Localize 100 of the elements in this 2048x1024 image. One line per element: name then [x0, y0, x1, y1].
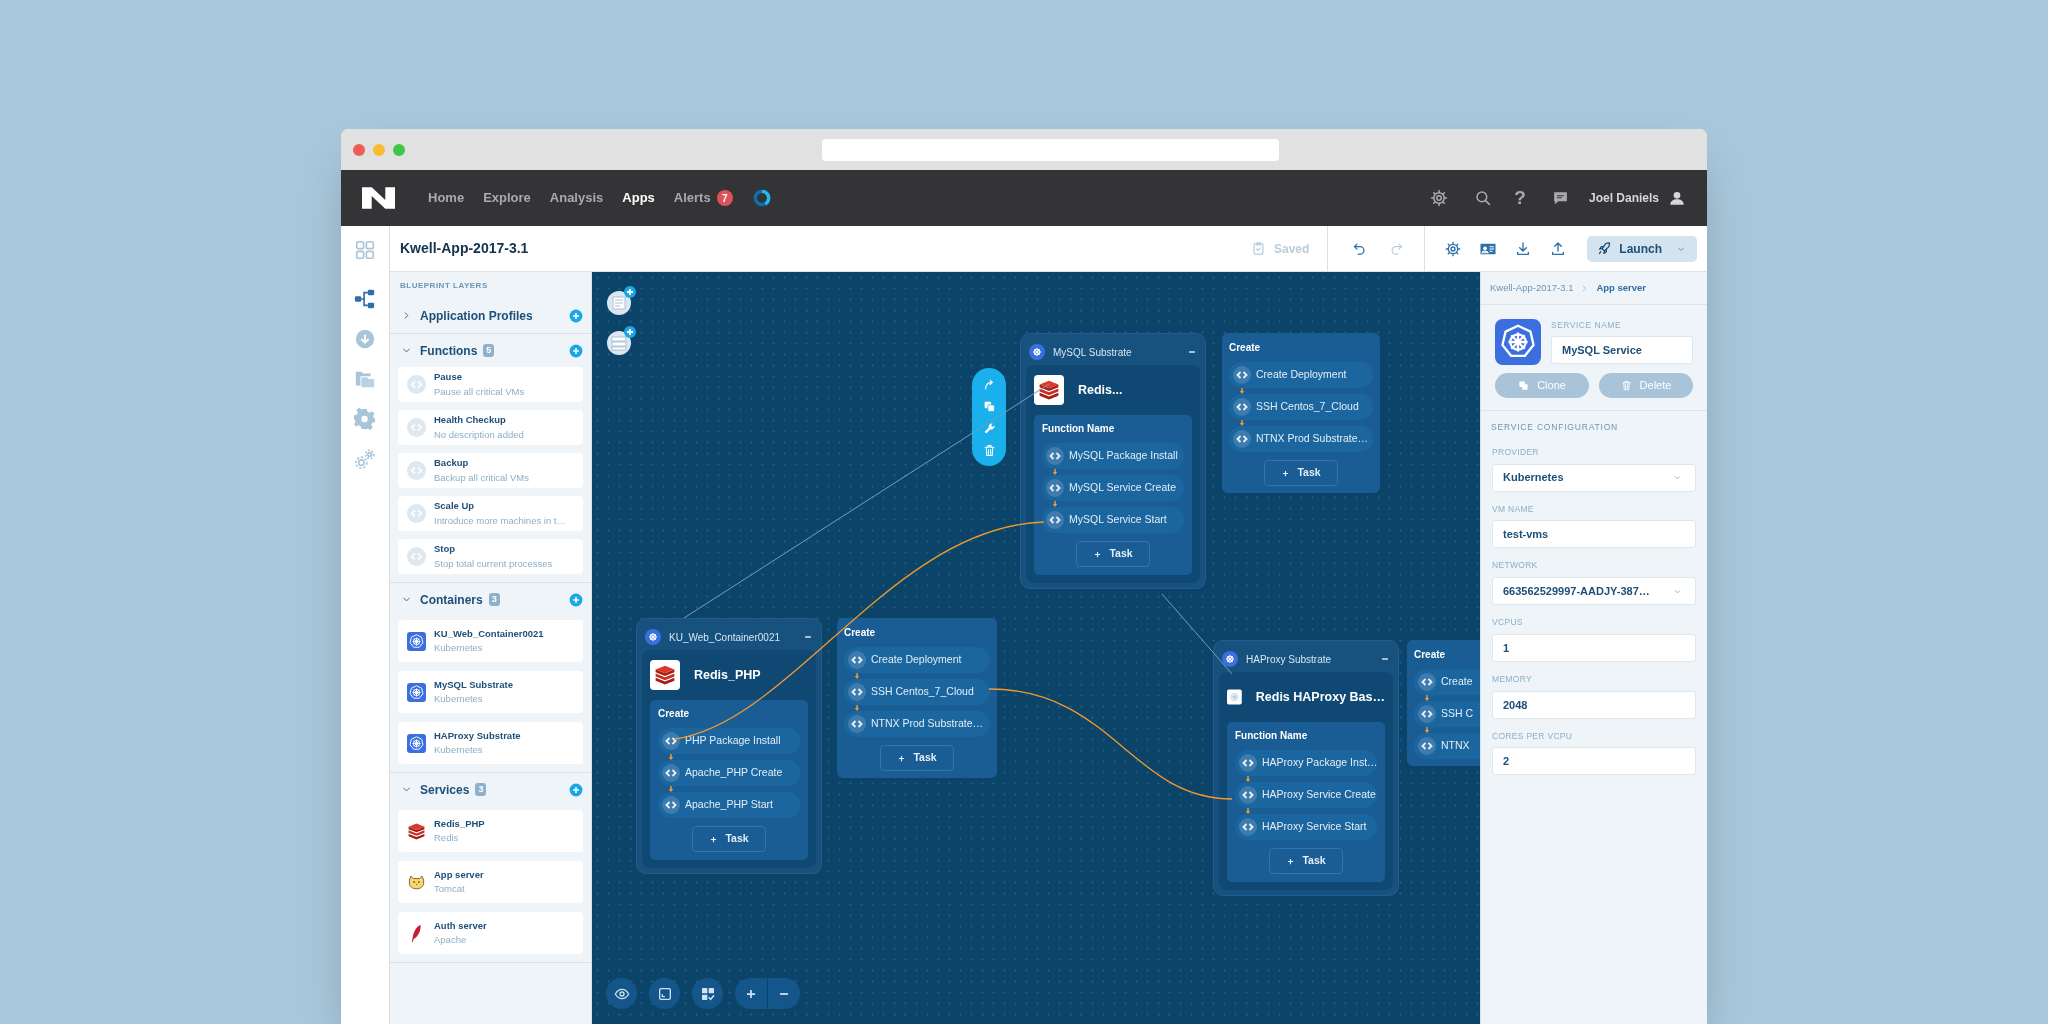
task-pill[interactable]: HAProxy Service Start	[1235, 814, 1377, 840]
breadcrumb-link[interactable]: App server	[1596, 280, 1647, 296]
add-task-button[interactable]: Task	[880, 745, 954, 771]
task-pill[interactable]: NTNX	[1414, 733, 1480, 759]
task-pill[interactable]: SSH C	[1414, 701, 1480, 727]
add-server-icon[interactable]	[606, 326, 636, 356]
section-title[interactable]: Containers	[420, 590, 483, 609]
share-icon[interactable]	[982, 377, 996, 391]
add-icon[interactable]	[569, 343, 583, 358]
count-badge: 3	[488, 593, 500, 606]
launch-button[interactable]: Launch	[1587, 235, 1697, 262]
task-pill[interactable]: Apache_PHP Create	[658, 760, 800, 786]
download-icon[interactable]	[1515, 240, 1532, 257]
grid-check-icon	[699, 985, 716, 1002]
settings-icon[interactable]	[1430, 189, 1449, 207]
code-icon	[1046, 479, 1064, 497]
task-pill[interactable]: MySQL Service Create	[1042, 475, 1184, 501]
settings-icon[interactable]	[1445, 240, 1462, 257]
card-title: Auth server	[434, 918, 487, 933]
card-title: Create	[658, 707, 691, 721]
nav-link[interactable]: Apps	[622, 188, 655, 208]
delete-icon[interactable]	[982, 443, 996, 457]
task-pill[interactable]: NTNX Prod Substrate…	[844, 711, 990, 737]
input-field[interactable]: 2	[1492, 747, 1696, 776]
wrench-icon[interactable]	[982, 421, 996, 435]
task-pill[interactable]: MySQL Service Start	[1042, 507, 1184, 533]
stacked-blocks-icon[interactable]	[650, 660, 680, 690]
dropdown-field[interactable]: Kubernetes	[1492, 463, 1696, 492]
add-icon[interactable]	[569, 308, 583, 323]
add-icon[interactable]	[569, 592, 583, 607]
rocket-icon	[1597, 241, 1613, 256]
card-title: Pause	[434, 370, 463, 385]
nav-link[interactable]: Explore	[483, 188, 531, 208]
code-icon	[407, 547, 426, 566]
layer-card[interactable]: MySQL Substrate Kubernetes	[398, 671, 583, 713]
input-field[interactable]: 1	[1492, 633, 1696, 662]
canvas-control-button[interactable]	[649, 978, 680, 1009]
card-title: KU_Web_Container0021	[434, 626, 544, 641]
card-subtitle: Pause all critical VMs	[434, 384, 525, 399]
stacked-blocks-icon[interactable]	[1034, 375, 1064, 405]
task-pill[interactable]: HAProxy Package Inst…	[1235, 750, 1377, 776]
card-title: Function Name	[1042, 422, 1116, 436]
add-task-button[interactable]: Task	[1269, 848, 1343, 874]
layer-card[interactable]: Stop Stop total current processes	[398, 539, 583, 574]
search-icon[interactable]	[1474, 189, 1493, 207]
chat-icon[interactable]	[1551, 189, 1569, 207]
service-name-field[interactable]: MySQL Service	[1551, 335, 1693, 364]
breadcrumb-link[interactable]: Kwell-App-2017-3.1	[1490, 280, 1574, 296]
container-node[interactable]: MySQL Substrate Redis... Function Name MySQL Package Install MySQL Service Create MySQL Service Start Task	[1020, 333, 1206, 589]
section-title[interactable]: Application Profiles	[420, 306, 533, 325]
task-pill[interactable]: Create Deployment	[1229, 362, 1373, 388]
section-title[interactable]: Services	[420, 780, 470, 799]
task-pill[interactable]: Create	[1414, 669, 1480, 695]
task-pill[interactable]: MySQL Package Install	[1042, 443, 1184, 469]
task-pill[interactable]: PHP Package Install	[658, 728, 800, 754]
help-icon[interactable]: ?	[1514, 183, 1526, 213]
add-task-button[interactable]: Task	[692, 826, 766, 852]
add-task-button[interactable]: Task	[1076, 541, 1150, 567]
field-label: SERVICE NAME	[1551, 319, 1623, 332]
code-icon	[1418, 673, 1436, 691]
task-pill[interactable]: HAProxy Service Create	[1235, 782, 1377, 808]
layer-card[interactable]: App server Tomcat	[398, 861, 583, 903]
code-icon	[662, 796, 680, 814]
upload-icon[interactable]	[1550, 240, 1567, 257]
add-icon[interactable]	[569, 782, 583, 797]
task-pill[interactable]: SSH Centos_7_Cloud	[1229, 394, 1373, 420]
layer-card[interactable]: HAProxy Substrate Kubernetes	[398, 722, 583, 764]
container-node[interactable]: HAProxy Substrate Redis HAProxy Bas… Function Name HAProxy Package Inst… HAProxy Service Create HAProxy Service Start Task	[1213, 640, 1399, 896]
nav-link[interactable]: Analysis	[549, 188, 604, 208]
layer-card[interactable]: Redis_PHP Redis	[398, 810, 583, 852]
user-name[interactable]: Joel Daniels	[1588, 189, 1659, 207]
task-pill[interactable]: SSH Centos_7_Cloud	[844, 679, 990, 705]
logo-icon[interactable]	[362, 187, 395, 209]
dropdown-field[interactable]: 663562529997-AADJY-387…	[1492, 577, 1696, 605]
layer-card[interactable]: Health Checkup No description added	[398, 410, 583, 445]
layer-card[interactable]: KU_Web_Container0021 Kubernetes	[398, 620, 583, 662]
layer-card[interactable]: Scale Up Introduce more machines in t…	[398, 496, 583, 531]
canvas-control-button[interactable]	[692, 978, 723, 1009]
add-page-icon[interactable]	[606, 286, 636, 316]
helm-wheel-icon[interactable]	[1495, 319, 1541, 365]
add-task-button[interactable]: Task	[1264, 460, 1338, 486]
container-node[interactable]: KU_Web_Container0021 Redis_PHP Create PHP Package Install Apache_PHP Create Apache_PHP Start Task	[636, 618, 822, 874]
input-field[interactable]: test-vms	[1492, 520, 1696, 549]
card-subtitle: Tomcat	[434, 882, 466, 896]
layer-card[interactable]: Auth server Apache	[398, 912, 583, 954]
nav-link[interactable]: Alerts	[673, 188, 711, 208]
copy-icon[interactable]	[982, 399, 996, 413]
task-pill[interactable]: Create Deployment	[844, 647, 990, 673]
section-title[interactable]: Functions	[420, 341, 478, 360]
input-field[interactable]: 2048	[1492, 690, 1696, 719]
nav-link[interactable]: Home	[428, 188, 465, 208]
task-pill[interactable]: Apache_PHP Start	[658, 792, 800, 818]
canvas-control-button[interactable]	[606, 978, 637, 1009]
card-subtitle: Kubernetes	[434, 641, 484, 655]
layer-card[interactable]: Backup Backup all critical VMs	[398, 453, 583, 488]
blueprint-icon[interactable]	[354, 288, 376, 310]
code-icon	[1239, 818, 1257, 836]
user-icon[interactable]	[1669, 190, 1685, 206]
task-pill[interactable]: NTNX Prod Substrate…	[1229, 426, 1373, 452]
layer-card[interactable]: Pause Pause all critical VMs	[398, 367, 583, 402]
